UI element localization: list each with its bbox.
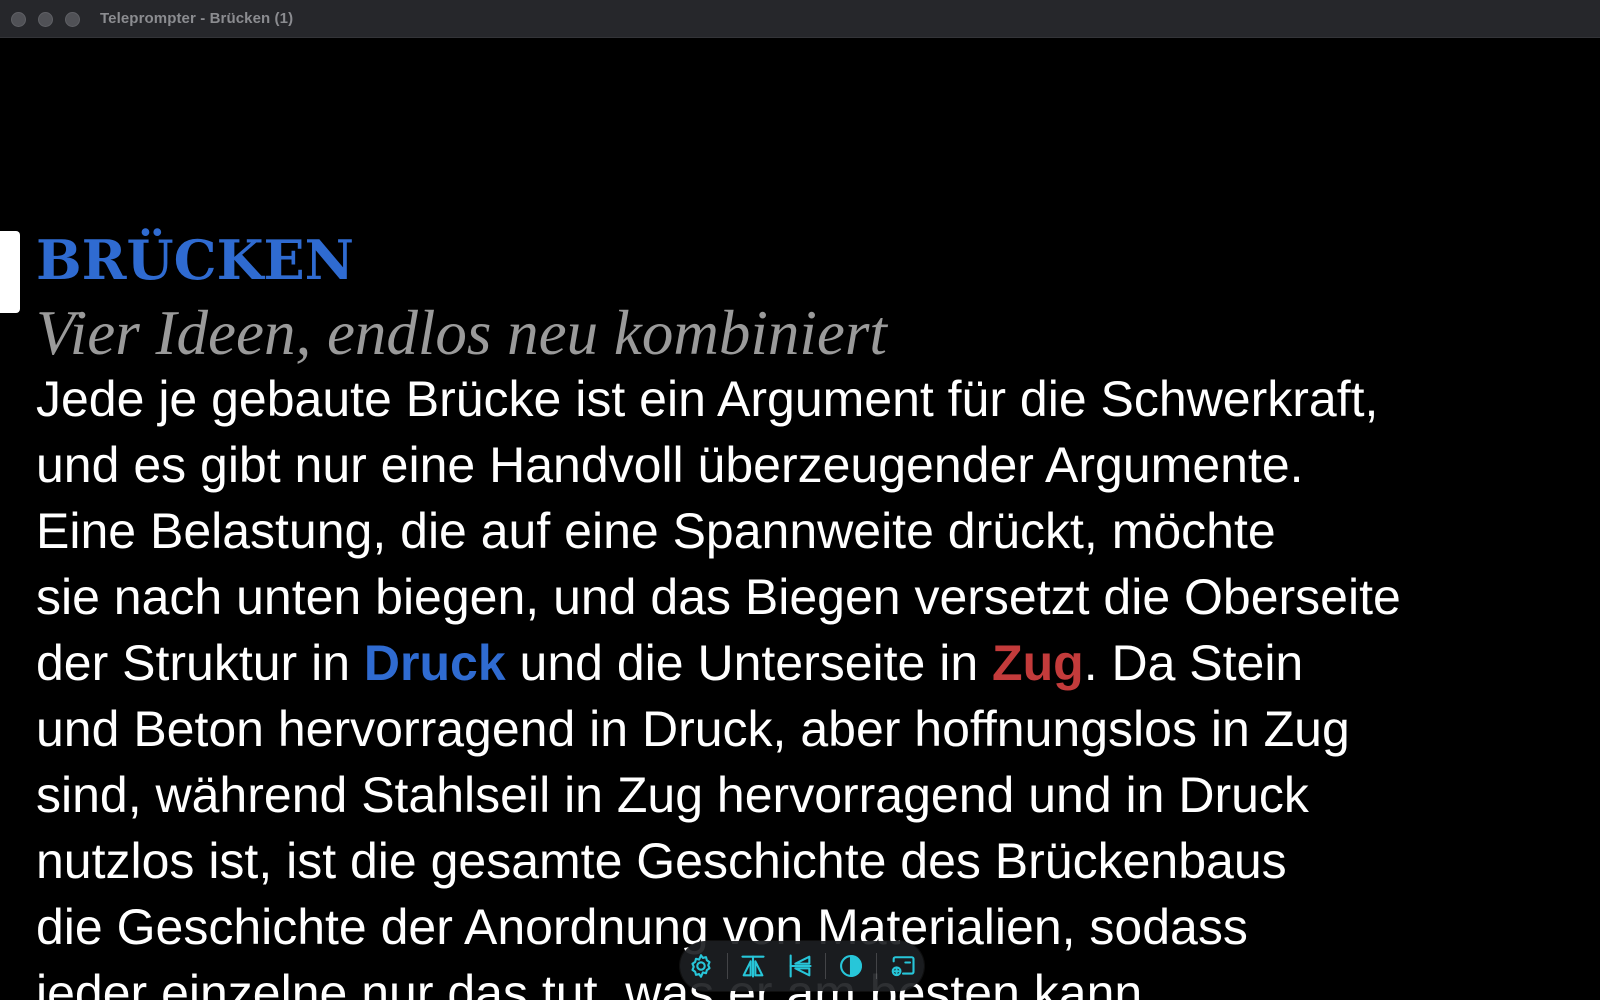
mirror-vertical-icon	[789, 954, 812, 978]
script-text: und die Unterseite in	[505, 635, 993, 691]
toolbar-divider	[824, 953, 826, 979]
toolbar-divider	[876, 953, 878, 979]
script-line: sie nach unten biegen, und das Biegen ve…	[36, 569, 1401, 625]
close-window-button[interactable]	[11, 12, 26, 27]
emphasis-zug: Zug	[992, 635, 1084, 691]
emphasis-druck: Druck	[363, 635, 506, 691]
script-body: Jede je gebaute Brücke ist ein Argument …	[36, 366, 1596, 1000]
title-bar[interactable]: Teleprompter - Brücken (1)	[0, 0, 1600, 38]
mirror-vertical-button[interactable]	[778, 948, 821, 984]
gear-icon	[691, 954, 711, 978]
mirror-horizontal-icon	[741, 955, 765, 978]
script-line: und es gibt nur eine Handvoll überzeugen…	[36, 437, 1304, 493]
script-line: der Struktur in Druck und die Unterseite…	[36, 630, 1596, 696]
external-display-button[interactable]	[881, 948, 924, 984]
mirror-horizontal-button[interactable]	[732, 948, 775, 984]
script-subtitle: Vier Ideen, endlos neu kombiniert	[36, 298, 887, 368]
window-title: Teleprompter - Brücken (1)	[100, 10, 294, 27]
floating-toolbar	[680, 941, 924, 991]
script-line: und Beton hervorragend in Druck, aber ho…	[36, 701, 1350, 757]
cast-display-icon	[891, 956, 915, 977]
script-line: sind, während Stahlseil in Zug hervorrag…	[36, 767, 1309, 823]
script-line: Eine Belastung, die auf eine Spannweite …	[36, 503, 1276, 559]
teleprompter-window: Teleprompter - Brücken (1) BRÜCKEN Vier …	[0, 0, 1600, 1000]
script-line: nutzlos ist, ist die gesamte Geschichte …	[36, 833, 1287, 889]
script-text: . Da Stein	[1083, 635, 1304, 691]
script-title: BRÜCKEN	[36, 228, 355, 292]
script-line: Jede je gebaute Brücke ist ein Argument …	[36, 371, 1379, 427]
prompter-view[interactable]: BRÜCKEN Vier Ideen, endlos neu kombinier…	[0, 38, 1600, 1000]
minimize-window-button[interactable]	[38, 12, 53, 27]
settings-button[interactable]	[680, 948, 723, 984]
zoom-window-button[interactable]	[65, 12, 80, 27]
contrast-icon	[840, 955, 863, 977]
script-text: der Struktur in	[36, 635, 364, 691]
contrast-button[interactable]	[830, 948, 873, 984]
toolbar-divider	[726, 953, 728, 979]
reading-cue-marker	[0, 231, 20, 313]
